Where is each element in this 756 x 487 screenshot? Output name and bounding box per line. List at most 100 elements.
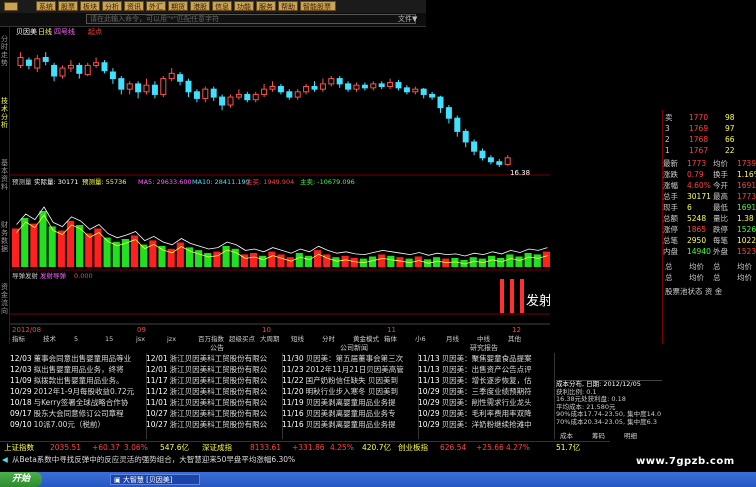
indicator-tab-3[interactable]: 15 — [105, 335, 113, 343]
news-item[interactable]: 09/10 10派7.00元（税前） — [10, 419, 146, 430]
menu-item-2[interactable]: 板块 — [80, 1, 100, 11]
ticker-bar[interactable]: ◀ 从Beta系数中寻找反弹中的反应灵活的强势组合，大智慧迎来50早盘平均涨幅6… — [0, 453, 610, 467]
pool-status[interactable]: 股票池状态 资 金 — [663, 286, 756, 297]
news-tab-0[interactable]: 公告 — [210, 344, 224, 353]
news-title: 2012年11月21日贝因美高管 — [305, 365, 404, 374]
indicator-tab-10[interactable]: 分时 — [322, 334, 336, 343]
indicator-tab-16[interactable]: 其他 — [508, 334, 522, 343]
news-item[interactable]: 10/29 贝因美：毛利率费用率双降 — [418, 408, 554, 419]
file-dropdown[interactable]: 文件▼ — [398, 14, 417, 24]
candle-body — [445, 107, 452, 119]
candle-body — [345, 83, 352, 90]
menu-item-10[interactable]: 服务 — [256, 1, 276, 11]
side-tab-2[interactable]: 基本资料 — [0, 159, 9, 191]
news-item[interactable]: 10/27 浙江贝因美科工贸股份有限公 — [146, 408, 282, 419]
menu-item-3[interactable]: 分析 — [102, 1, 122, 11]
taskbar-app-button[interactable]: ▣ 大智慧 [贝因美] — [110, 474, 200, 485]
news-item[interactable]: 11/16 贝因美剥离婴童用品业务专 — [282, 408, 418, 419]
side-tab-1[interactable]: 技术分析 — [0, 97, 9, 129]
news-title: 贝因美剥离婴童用品业务提 — [305, 420, 396, 429]
indicator-tab-9[interactable]: 短线 — [291, 334, 305, 343]
menu-item-5[interactable]: 外汇 — [146, 1, 166, 11]
news-item[interactable]: 11/19 贝因美剥离婴童用品业务提 — [282, 397, 418, 408]
news-item[interactable]: 11/01 浙江贝因美科工贸股份有限公 — [146, 397, 282, 408]
news-item[interactable]: 11/13 贝因美：出售资产公告点评 — [418, 364, 554, 375]
news-item[interactable]: 11/17 浙江贝因美科工贸股份有限公 — [146, 375, 282, 386]
news-date: 11/22 — [282, 376, 304, 385]
side-tab-3[interactable]: 财务数据 — [0, 221, 9, 253]
volume-bar — [57, 230, 65, 267]
start-button[interactable]: 开始 — [0, 472, 42, 487]
volume-bar — [387, 255, 395, 267]
taskbar-app-doc: [贝因美] — [146, 476, 173, 484]
volume-bar — [259, 255, 267, 267]
menu-item-11[interactable]: 帮助 — [278, 1, 298, 11]
news-item[interactable]: 11/22 国产奶粉信任缺失 贝因美到 — [282, 375, 418, 386]
news-item[interactable]: 12/03 拟出售婴童用品业务，终将 — [10, 364, 146, 375]
volume-actual: 实际量: 30171 — [34, 177, 78, 186]
quote-value: 1022 — [737, 236, 756, 245]
news-item[interactable]: 10/18 与Kerry签署全球战略合作协 — [10, 397, 146, 408]
quote-key: 均价 — [713, 159, 728, 168]
news-item[interactable]: 11/13 贝因美：增长逐步恢复，估 — [418, 375, 554, 386]
kline-chart[interactable]: 贝因美 日线 四号线 起点 16.38 预测量 实际量: 30171 预测量: … — [10, 27, 550, 344]
indicator-tab-11[interactable]: 黄金模式 — [353, 334, 380, 343]
indicator-tab-12[interactable]: 箱体 — [384, 334, 398, 343]
news-item[interactable]: 12/01 浙江贝因美科工贸股份有限公 — [146, 364, 282, 375]
menu-item-1[interactable]: 股票 — [58, 1, 78, 11]
news-title: 浙江贝因美科工贸股份有限公 — [169, 387, 268, 396]
news-tab-2[interactable]: 研究报告 — [470, 344, 498, 353]
news-item[interactable]: 10/27 浙江贝因美科工贸股份有限公 — [146, 419, 282, 430]
news-item[interactable]: 10/29 贝因美：三季度业绩预期符 — [418, 386, 554, 397]
side-tab-0[interactable]: 分时走势 — [0, 35, 9, 67]
news-item[interactable]: 11/13 贝因美：聚焦婴童食品提案 — [418, 353, 554, 364]
indicator-tab-0[interactable]: 指标 — [12, 334, 26, 343]
news-item[interactable]: 11/30 贝因美：第五届董事会第三次 — [282, 353, 418, 364]
quote-footer-row: 总均价总均价 — [663, 261, 756, 272]
info-tab-1[interactable]: 筹码 — [592, 432, 605, 441]
indicator-tab-13[interactable]: 小6 — [415, 334, 426, 343]
news-item[interactable]: 11/12 浙江贝因美科工贸股份有限公 — [146, 386, 282, 397]
indicator-tab-8[interactable]: 大周期 — [260, 334, 280, 343]
indicator-tab-5[interactable]: jzx — [166, 335, 176, 343]
news-item[interactable]: 12/01 浙江贝因美科工贸股份有限公 — [146, 353, 282, 364]
candle-body — [303, 86, 310, 93]
signal-name: 发射导弹 — [40, 271, 67, 280]
side-tab-4[interactable]: 资金流向 — [0, 283, 9, 315]
indicator-tab-4[interactable]: jsx — [135, 335, 145, 343]
command-input[interactable]: 请在此输入命令，可以用"*"匹配任意字符 — [86, 14, 416, 24]
menu-item-9[interactable]: 功能 — [234, 1, 254, 11]
news-title: 浙江贝因美科工贸股份有限公 — [169, 365, 268, 374]
indicator-tab-15[interactable]: 中线 — [477, 334, 491, 343]
news-date: 11/19 — [282, 398, 304, 407]
news-item[interactable]: 10/29 2012年1-9月每股收益0.72元 — [10, 386, 146, 397]
news-item[interactable]: 11/09 拟拨款出售婴童用品业务。 — [10, 375, 146, 386]
menu-item-4[interactable]: 资讯 — [124, 1, 144, 11]
news-item[interactable]: 12/03 董事会同意出售婴童用品等业 — [10, 353, 146, 364]
menu-item-7[interactable]: 港股 — [190, 1, 210, 11]
news-item[interactable]: 11/16 贝因美剥离婴童用品业务提 — [282, 419, 418, 430]
news-item[interactable]: 10/29 贝因美：削性需求行业龙头 — [418, 397, 554, 408]
date-tick: 09 — [137, 326, 146, 334]
menu-item-8[interactable]: 信息 — [212, 1, 232, 11]
info-tab-2[interactable]: 明细 — [624, 432, 637, 441]
news-item[interactable]: 11/23 2012年11月21日贝因美高管 — [282, 364, 418, 375]
menu-item-0[interactable]: 系统 — [36, 1, 56, 11]
indicator-tab-1[interactable]: 技术 — [43, 334, 57, 343]
indicator-tab-2[interactable]: 5 — [74, 335, 78, 343]
indicator-tab-14[interactable]: 月线 — [446, 334, 460, 343]
news-item[interactable]: 09/17 股东大会同意修订公司章程 — [10, 408, 146, 419]
news-item[interactable]: 11/20 明秋行业步入寒冬 贝因美到 — [282, 386, 418, 397]
menu-item-6[interactable]: 期货 — [168, 1, 188, 11]
indicator-tab-7[interactable]: 超级买点 — [229, 334, 256, 343]
quote-row-3: 总手 30171 最高 1773 — [663, 191, 756, 202]
date-tick: 10 — [262, 326, 271, 334]
news-tab-1[interactable]: 公司新闻 — [340, 344, 368, 353]
candle-body — [168, 72, 175, 80]
news-item[interactable]: 10/29 贝因美：洋奶粉继续抢滩中 — [418, 419, 554, 430]
candle-body — [504, 157, 511, 165]
footer-label: 均价 — [737, 273, 752, 282]
menu-item-12[interactable]: 智能股票池 — [300, 1, 336, 21]
indicator-tab-6[interactable]: 百万指数 — [198, 334, 225, 343]
info-tab-0[interactable]: 成本 — [560, 432, 573, 441]
